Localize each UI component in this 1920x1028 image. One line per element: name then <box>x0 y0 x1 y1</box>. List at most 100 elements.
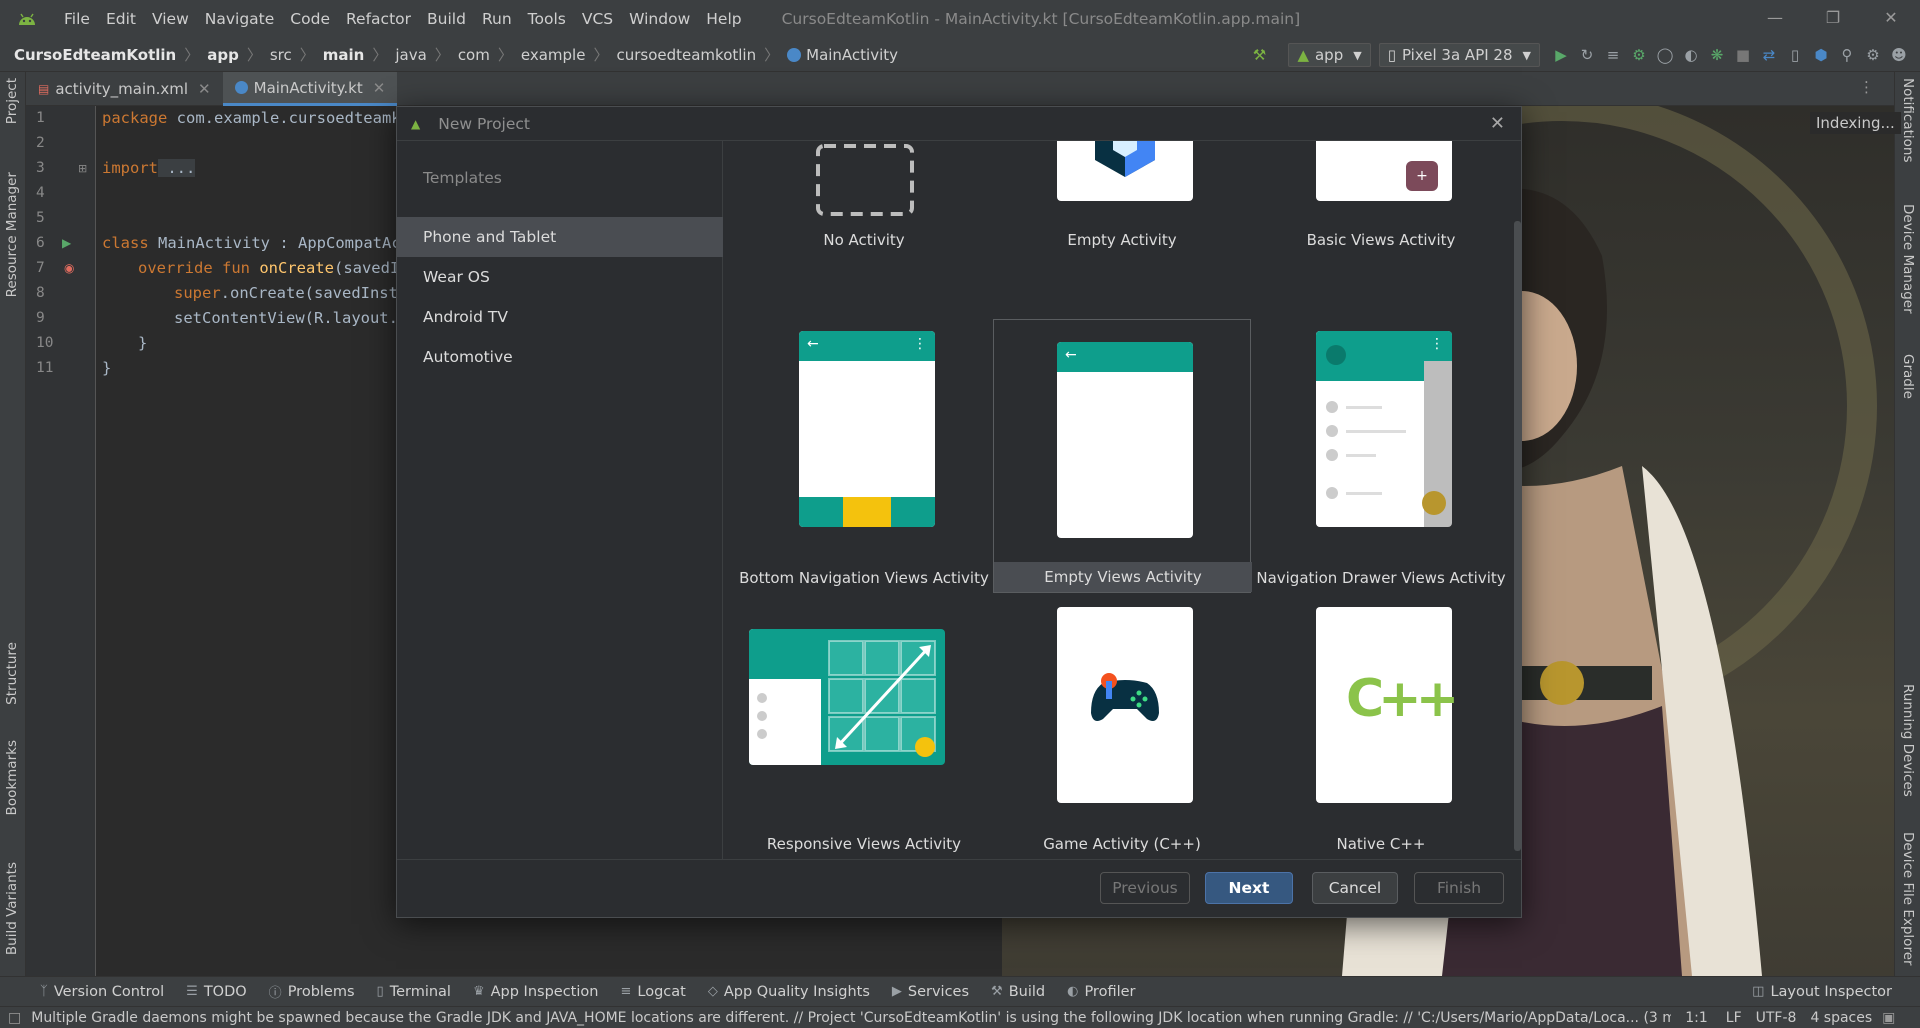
menu-refactor[interactable]: Refactor <box>346 10 411 28</box>
run-gutter-icon[interactable]: ▶ <box>62 236 71 250</box>
line-separator[interactable]: LF <box>1726 1010 1742 1026</box>
breadcrumb-project[interactable]: CursoEdteamKotlin <box>14 46 176 64</box>
coverage-icon[interactable]: ◯ <box>1652 46 1678 64</box>
terminal-icon: ▯ <box>376 984 384 999</box>
run-config-select[interactable]: ▲ app ▼ <box>1288 43 1371 67</box>
search-icon[interactable]: ⚲ <box>1834 46 1860 64</box>
category-phone-and-tablet[interactable]: Phone and Tablet <box>397 217 723 257</box>
file-encoding[interactable]: UTF-8 <box>1756 1010 1797 1026</box>
attach-debugger-icon[interactable]: ❋ <box>1704 46 1730 64</box>
lock-icon[interactable]: ▣ <box>1882 1010 1895 1026</box>
tab-activity-main-xml[interactable]: ▤ activity_main.xml ✕ <box>26 72 223 106</box>
bottom-nav-selected <box>843 497 891 527</box>
template-native-cpp[interactable]: C++ Native C++ <box>1252 607 1510 859</box>
tool-todo[interactable]: ☰ TODO <box>186 984 247 1000</box>
tool-services[interactable]: ▶ Services <box>892 984 969 1000</box>
tool-project[interactable]: Project <box>4 78 20 124</box>
close-window-icon[interactable]: ✕ <box>1862 0 1920 38</box>
code-editor[interactable]: 1 2 3 4 5 6 7 8 9 10 11 ▶ ◉ ⊞ package co… <box>26 106 410 976</box>
breadcrumb-java[interactable]: java <box>395 46 426 64</box>
breadcrumb-main[interactable]: main <box>323 46 365 64</box>
apply-changes-icon[interactable]: ↻ <box>1574 46 1600 64</box>
breadcrumb-app[interactable]: app <box>207 46 239 64</box>
avatar-icon[interactable]: ☻ <box>1886 46 1912 64</box>
tool-layout-inspector[interactable]: ◫ Layout Inspector <box>1752 984 1892 1000</box>
tool-device-file-explorer[interactable]: Device File Explorer <box>1900 832 1916 966</box>
hammer-icon[interactable]: ⚒ <box>1246 46 1272 64</box>
sdk-manager-icon[interactable]: ⬢ <box>1808 46 1834 64</box>
tool-gradle[interactable]: Gradle <box>1900 354 1916 399</box>
tool-notifications[interactable]: Notifications <box>1900 78 1916 163</box>
menu-view[interactable]: View <box>152 10 189 28</box>
close-tab-icon[interactable]: ✕ <box>198 80 211 98</box>
minimize-icon[interactable]: — <box>1746 0 1804 38</box>
tool-app-inspection[interactable]: ♛ App Inspection <box>473 984 599 1000</box>
menu-vcs[interactable]: VCS <box>582 10 613 28</box>
sync-gradle-icon[interactable]: ⇄ <box>1756 46 1782 64</box>
apply-code-changes-icon[interactable]: ≡ <box>1600 46 1626 64</box>
tab-mainactivity-kt[interactable]: MainActivity.kt ✕ <box>222 72 398 106</box>
previous-button[interactable]: Previous <box>1100 872 1190 904</box>
profile-icon[interactable]: ◐ <box>1678 46 1704 64</box>
run-icon[interactable]: ▶ <box>1548 46 1574 64</box>
more-tabs-icon[interactable]: ⋮ <box>1859 78 1874 96</box>
menu-window[interactable]: Window <box>629 10 690 28</box>
tool-resource-manager[interactable]: Resource Manager <box>4 172 20 297</box>
device-select[interactable]: ▯ Pixel 3a API 28 ▼ <box>1378 43 1540 67</box>
tool-structure[interactable]: Structure <box>4 642 20 705</box>
tool-running-devices[interactable]: Running Devices <box>1900 684 1916 797</box>
menu-tools[interactable]: Tools <box>528 10 566 28</box>
scrollbar-thumb[interactable] <box>1514 221 1521 851</box>
template-bottom-navigation-views-activity[interactable]: ← ⋮ Bottom Navigation Views Activity <box>735 331 993 605</box>
status-message[interactable]: Multiple Gradle daemons might be spawned… <box>31 1010 1671 1026</box>
caret-position[interactable]: 1:1 <box>1685 1010 1708 1026</box>
template-preview: ⋮ <box>1316 331 1452 527</box>
tool-build-variants[interactable]: Build Variants <box>4 862 20 955</box>
status-toggle-icon[interactable]: □ <box>8 1010 21 1026</box>
tool-terminal[interactable]: ▯ Terminal <box>377 984 451 1000</box>
tool-profiler[interactable]: ◐ Profiler <box>1067 984 1135 1000</box>
tool-logcat[interactable]: ≡ Logcat <box>620 984 685 1000</box>
breadcrumb-package[interactable]: cursoedteamkotlin <box>616 46 756 64</box>
tool-version-control[interactable]: ᛉ Version Control <box>40 984 164 1000</box>
template-game-activity-cpp[interactable]: Game Activity (C++) <box>993 607 1251 859</box>
device-value: Pixel 3a API 28 <box>1401 46 1513 64</box>
category-android-tv[interactable]: Android TV <box>397 297 723 337</box>
override-gutter-icon[interactable]: ◉ <box>64 261 74 275</box>
cancel-button[interactable]: Cancel <box>1312 872 1398 904</box>
menu-build[interactable]: Build <box>427 10 466 28</box>
menu-help[interactable]: Help <box>706 10 741 28</box>
restore-icon[interactable]: ❐ <box>1804 0 1862 38</box>
category-wear-os[interactable]: Wear OS <box>397 257 723 297</box>
tool-problems[interactable]: ⓘ Problems <box>269 982 355 1002</box>
template-empty-views-activity[interactable]: ← Empty Views Activity <box>993 319 1252 593</box>
template-label: Responsive Views Activity <box>766 835 962 853</box>
menu-navigate[interactable]: Navigate <box>205 10 275 28</box>
template-navigation-drawer-views-activity[interactable]: ⋮ Navigation Drawer Views Activity <box>1252 331 1510 605</box>
tool-app-quality-insights[interactable]: ◇ App Quality Insights <box>708 984 870 1000</box>
gear-icon[interactable]: ⚙ <box>1860 46 1886 64</box>
breadcrumb-mainactivity[interactable]: MainActivity <box>806 46 898 64</box>
device-manager-icon[interactable]: ▯ <box>1782 46 1808 64</box>
template-responsive-views-activity[interactable]: Responsive Views Activity <box>735 607 993 859</box>
menu-file[interactable]: File <box>64 10 90 28</box>
breadcrumb-src[interactable]: src <box>270 46 292 64</box>
template-scrollbar[interactable] <box>1514 141 1521 859</box>
tool-device-manager[interactable]: Device Manager <box>1900 204 1916 314</box>
finish-button[interactable]: Finish <box>1414 872 1504 904</box>
tool-build[interactable]: ⚒ Build <box>991 984 1045 1000</box>
close-icon[interactable]: ✕ <box>1490 113 1505 134</box>
menu-edit[interactable]: Edit <box>106 10 136 28</box>
category-automotive[interactable]: Automotive <box>397 337 723 377</box>
next-button[interactable]: Next <box>1205 872 1293 904</box>
fold-icon[interactable]: ⊞ <box>78 162 87 175</box>
breadcrumb-example[interactable]: example <box>521 46 586 64</box>
close-tab-icon[interactable]: ✕ <box>373 79 386 97</box>
stop-icon[interactable]: ■ <box>1730 46 1756 64</box>
menu-code[interactable]: Code <box>290 10 330 28</box>
debug-icon[interactable]: ⚙ <box>1626 46 1652 64</box>
indent-setting[interactable]: 4 spaces <box>1810 1010 1872 1026</box>
menu-run[interactable]: Run <box>482 10 512 28</box>
breadcrumb-com[interactable]: com <box>458 46 490 64</box>
tool-bookmarks[interactable]: Bookmarks <box>4 740 20 815</box>
